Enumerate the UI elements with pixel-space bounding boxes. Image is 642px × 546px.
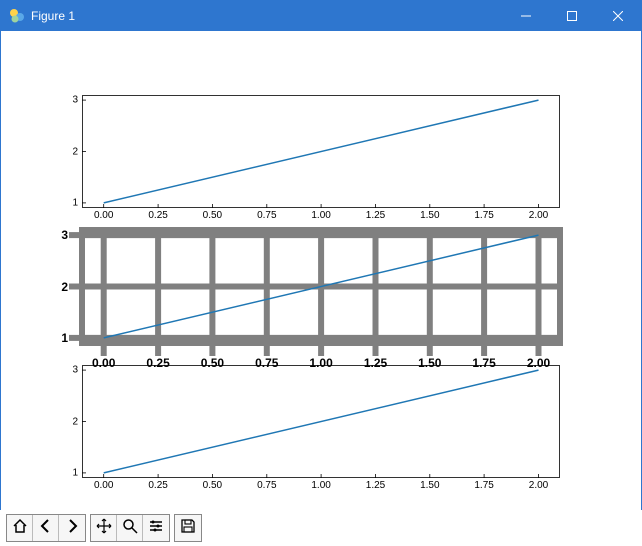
home-button[interactable] (7, 515, 33, 541)
figure-canvas[interactable]: 1 2 3 0.00 0.25 0.50 0.75 1.00 1.25 1.50… (1, 31, 641, 509)
axes-3: 1 2 3 0.00 0.25 0.50 0.75 1.00 1.25 1.50… (82, 365, 560, 478)
ytick-label: 3 (60, 365, 78, 376)
xtick-label: 1.50 (420, 210, 439, 221)
xtick-label: 1.75 (474, 210, 493, 221)
ytick-label: 2 (50, 280, 68, 294)
back-icon (38, 518, 54, 539)
zoom-icon (122, 518, 138, 539)
back-button[interactable] (33, 515, 59, 541)
xtick-label: 1.00 (311, 480, 330, 491)
xtick-label: 1.50 (420, 480, 439, 491)
ytick-label: 2 (60, 416, 78, 427)
axes-2: 1 2 3 0.00 0.25 0.50 0.75 1.00 1.25 1.50… (82, 230, 560, 343)
minimize-button[interactable] (503, 1, 549, 31)
pan-button[interactable] (91, 515, 117, 541)
xtick-label: 1.00 (311, 210, 330, 221)
forward-button[interactable] (59, 515, 85, 541)
ytick-label: 2 (60, 146, 78, 157)
xtick-label: 0.75 (257, 480, 276, 491)
maximize-button[interactable] (549, 1, 595, 31)
ytick-label: 3 (50, 228, 68, 242)
xtick-label: 0.00 (94, 210, 113, 221)
xtick-label: 0.75 (257, 210, 276, 221)
xtick-label: 1.25 (366, 210, 385, 221)
save-icon (180, 518, 196, 539)
home-icon (12, 518, 28, 539)
configure-subplots-button[interactable] (143, 515, 169, 541)
xtick-label: 1.25 (366, 480, 385, 491)
window-title: Figure 1 (31, 9, 75, 23)
titlebar: Figure 1 (1, 1, 641, 31)
xtick-label: 2.00 (529, 480, 548, 491)
ytick-label: 1 (60, 467, 78, 478)
ytick-label: 1 (50, 331, 68, 345)
axes-1: 1 2 3 0.00 0.25 0.50 0.75 1.00 1.25 1.50… (82, 95, 560, 208)
xtick-label: 0.00 (94, 480, 113, 491)
app-icon (9, 8, 25, 24)
zoom-button[interactable] (117, 515, 143, 541)
ytick-label: 1 (60, 197, 78, 208)
xtick-label: 0.25 (148, 480, 167, 491)
save-button[interactable] (175, 515, 201, 541)
configure-icon (148, 518, 164, 539)
ytick-label: 3 (60, 95, 78, 106)
xtick-label: 0.25 (148, 210, 167, 221)
xtick-label: 0.50 (203, 480, 222, 491)
xtick-label: 0.50 (203, 210, 222, 221)
pan-icon (96, 518, 112, 539)
navigation-toolbar (0, 510, 642, 546)
close-button[interactable] (595, 1, 641, 31)
forward-icon (64, 518, 80, 539)
xtick-label: 1.75 (474, 480, 493, 491)
xtick-label: 2.00 (529, 210, 548, 221)
